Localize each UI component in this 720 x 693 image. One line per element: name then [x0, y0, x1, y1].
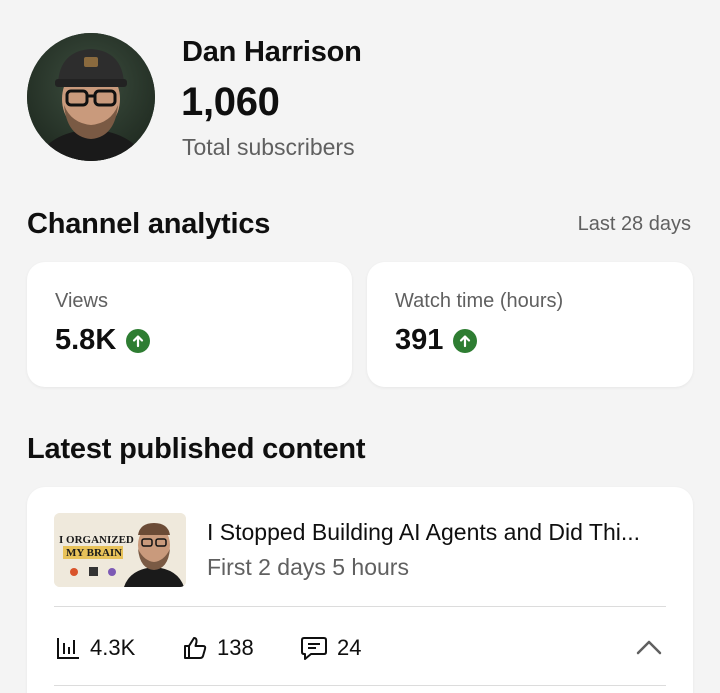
divider — [54, 606, 666, 607]
watch-time-value: 391 — [395, 324, 444, 356]
views-stat: 4.3K — [55, 635, 135, 661]
likes-stat-value: 138 — [217, 635, 254, 660]
video-thumbnail[interactable]: I ORGANIZED MY BRAIN — [54, 513, 186, 587]
subscriber-count: 1,060 — [181, 80, 280, 124]
comments-stat: 24 — [300, 635, 361, 661]
views-card[interactable]: Views 5.8K — [27, 262, 352, 387]
thumbs-up-icon — [184, 637, 207, 659]
views-stat-value: 4.3K — [90, 635, 136, 660]
video-subtitle: First 2 days 5 hours — [207, 554, 409, 580]
thumbnail-text-1: I ORGANIZED — [59, 534, 134, 546]
comments-stat-value: 24 — [337, 635, 362, 660]
views-label: Views — [55, 290, 108, 312]
views-value-row: 5.8K — [55, 324, 151, 357]
latest-content-title: Latest published content — [27, 433, 366, 465]
thumbnail-text-2: MY BRAIN — [66, 547, 122, 559]
avatar[interactable] — [27, 33, 155, 161]
video-title[interactable]: I Stopped Building AI Agents and Did Thi… — [207, 519, 677, 546]
analytics-period[interactable]: Last 28 days — [578, 213, 691, 236]
divider — [54, 685, 666, 686]
arrow-up-icon — [453, 328, 478, 353]
subscriber-label: Total subscribers — [182, 134, 355, 160]
views-value: 5.8K — [55, 324, 117, 356]
watch-time-value-row: 391 — [395, 324, 478, 357]
analytics-title: Channel analytics — [27, 208, 271, 240]
chevron-up-icon[interactable] — [635, 637, 663, 657]
likes-stat: 138 — [182, 635, 254, 661]
comment-icon — [301, 637, 327, 660]
latest-video-card[interactable]: I ORGANIZED MY BRAIN I Stopped Building … — [27, 487, 693, 693]
arrow-up-icon — [126, 328, 151, 353]
watch-time-label: Watch time (hours) — [395, 290, 564, 312]
channel-name: Dan Harrison — [182, 36, 362, 68]
watch-time-card[interactable]: Watch time (hours) 391 — [367, 262, 693, 387]
channel-dashboard: Dan Harrison 1,060 Total subscribers Cha… — [0, 0, 720, 693]
bar-chart-icon — [57, 638, 79, 659]
